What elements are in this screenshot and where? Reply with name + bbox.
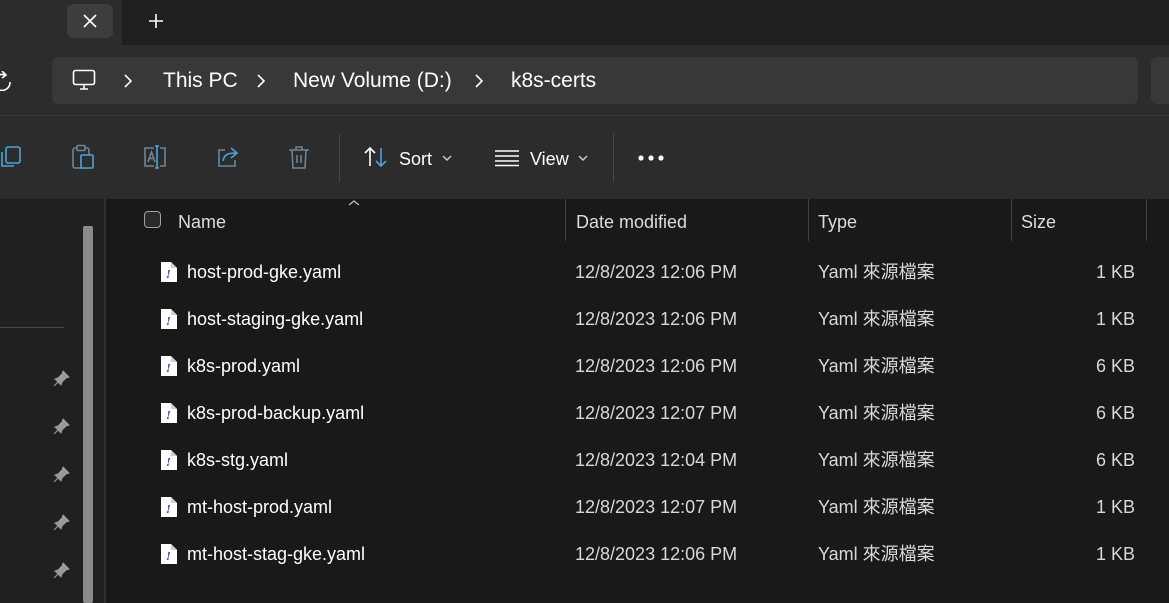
rename-icon[interactable] (142, 144, 168, 170)
yaml-file-icon: ! (161, 497, 177, 517)
tab-close-button[interactable] (67, 4, 113, 38)
chevron-right-icon[interactable] (256, 73, 266, 89)
file-size: 1 KB (1095, 309, 1135, 329)
file-date: 12/8/2023 12:06 PM (575, 262, 738, 282)
file-type: Yaml 來源檔案 (818, 497, 935, 517)
file-date: 12/8/2023 12:07 PM (575, 497, 738, 517)
column-header-type[interactable]: Type (818, 211, 857, 233)
select-all-checkbox[interactable] (144, 211, 161, 228)
yaml-file-icon: ! (161, 403, 177, 423)
pin-icon[interactable] (53, 417, 71, 435)
svg-text:!: ! (166, 268, 171, 281)
file-date: 12/8/2023 12:04 PM (575, 450, 738, 470)
svg-text:!: ! (166, 503, 171, 516)
chevron-right-icon[interactable] (123, 73, 133, 89)
pin-icon[interactable] (53, 513, 71, 531)
sort-ascending-icon (348, 200, 360, 206)
file-type: Yaml 來源檔案 (818, 403, 935, 423)
svg-text:!: ! (166, 456, 171, 469)
file-name: mt-host-prod.yaml (187, 497, 333, 517)
share-icon[interactable] (215, 144, 241, 170)
toolbar-separator (339, 134, 340, 182)
file-row[interactable]: ! k8s-stg.yaml 12/8/2023 12:04 PM Yaml 來… (106, 437, 1169, 484)
delete-icon[interactable] (287, 144, 311, 170)
file-size: 6 KB (1095, 403, 1135, 423)
copy-icon[interactable] (0, 144, 24, 170)
column-divider[interactable] (1011, 199, 1012, 241)
file-type: Yaml 來源檔案 (818, 450, 935, 470)
new-tab-button[interactable] (136, 4, 176, 38)
close-icon (83, 14, 97, 28)
file-size: 1 KB (1095, 262, 1135, 282)
file-name: host-prod-gke.yaml (187, 262, 342, 282)
view-icon[interactable] (494, 149, 520, 167)
file-row[interactable]: ! k8s-prod-backup.yaml 12/8/2023 12:07 P… (106, 390, 1169, 437)
yaml-file-icon: ! (161, 309, 177, 329)
plus-icon (149, 14, 163, 28)
file-row[interactable]: ! host-prod-gke.yaml 12/8/2023 12:06 PM … (106, 249, 1169, 296)
toolbar-separator (613, 134, 614, 182)
yaml-file-icon: ! (161, 262, 177, 282)
yaml-file-icon: ! (161, 356, 177, 376)
breadcrumb-k8s-certs[interactable]: k8s-certs (511, 68, 596, 94)
pin-icon[interactable] (53, 369, 71, 387)
svg-text:!: ! (166, 315, 171, 328)
file-date: 12/8/2023 12:06 PM (575, 544, 738, 564)
pin-icon[interactable] (53, 465, 71, 483)
file-row[interactable]: ! mt-host-stag-gke.yaml 12/8/2023 12:06 … (106, 531, 1169, 578)
yaml-file-icon: ! (161, 450, 177, 470)
file-size: 1 KB (1095, 497, 1135, 517)
sort-icon[interactable] (363, 146, 389, 168)
yaml-file-icon: ! (161, 544, 177, 564)
more-icon[interactable] (638, 155, 664, 161)
file-row[interactable]: ! k8s-prod.yaml 12/8/2023 12:06 PM Yaml … (106, 343, 1169, 390)
file-size: 1 KB (1095, 544, 1135, 564)
file-type: Yaml 來源檔案 (818, 356, 935, 376)
breadcrumb-this-pc[interactable]: This PC (163, 68, 238, 94)
column-header-size[interactable]: Size (1021, 211, 1056, 233)
paste-icon[interactable] (71, 144, 95, 170)
refresh-icon[interactable] (0, 71, 18, 91)
svg-text:!: ! (166, 409, 171, 422)
file-name: k8s-prod.yaml (187, 356, 301, 376)
file-size: 6 KB (1095, 450, 1135, 470)
file-row[interactable]: ! mt-host-prod.yaml 12/8/2023 12:07 PM Y… (106, 484, 1169, 531)
nav-scrollbar[interactable] (83, 226, 93, 603)
file-row[interactable]: ! host-staging-gke.yaml 12/8/2023 12:06 … (106, 296, 1169, 343)
column-header-date[interactable]: Date modified (576, 211, 687, 233)
file-name: mt-host-stag-gke.yaml (187, 544, 366, 564)
search-box[interactable] (1151, 57, 1169, 104)
breadcrumb-new-volume[interactable]: New Volume (D:) (293, 68, 452, 94)
view-button[interactable]: View (530, 148, 569, 170)
svg-text:!: ! (166, 362, 171, 375)
nav-divider (0, 327, 64, 328)
chevron-right-icon[interactable] (474, 73, 484, 89)
file-type: Yaml 來源檔案 (818, 309, 935, 329)
sort-button[interactable]: Sort (399, 148, 432, 170)
column-header-name[interactable]: Name (178, 211, 226, 233)
file-date: 12/8/2023 12:06 PM (575, 356, 738, 376)
file-size: 6 KB (1095, 356, 1135, 376)
column-divider[interactable] (565, 199, 566, 241)
chevron-down-icon[interactable] (442, 154, 452, 162)
file-type: Yaml 來源檔案 (818, 544, 935, 564)
file-name: k8s-prod-backup.yaml (187, 403, 365, 423)
column-divider[interactable] (808, 199, 809, 241)
file-date: 12/8/2023 12:07 PM (575, 403, 738, 423)
column-divider[interactable] (1146, 199, 1147, 241)
file-name: host-staging-gke.yaml (187, 309, 364, 329)
pin-icon[interactable] (53, 561, 71, 579)
file-type: Yaml 來源檔案 (818, 262, 935, 282)
file-date: 12/8/2023 12:06 PM (575, 309, 738, 329)
this-pc-icon (72, 69, 96, 90)
chevron-down-icon[interactable] (578, 154, 588, 162)
svg-text:!: ! (166, 550, 171, 563)
file-name: k8s-stg.yaml (187, 450, 289, 470)
